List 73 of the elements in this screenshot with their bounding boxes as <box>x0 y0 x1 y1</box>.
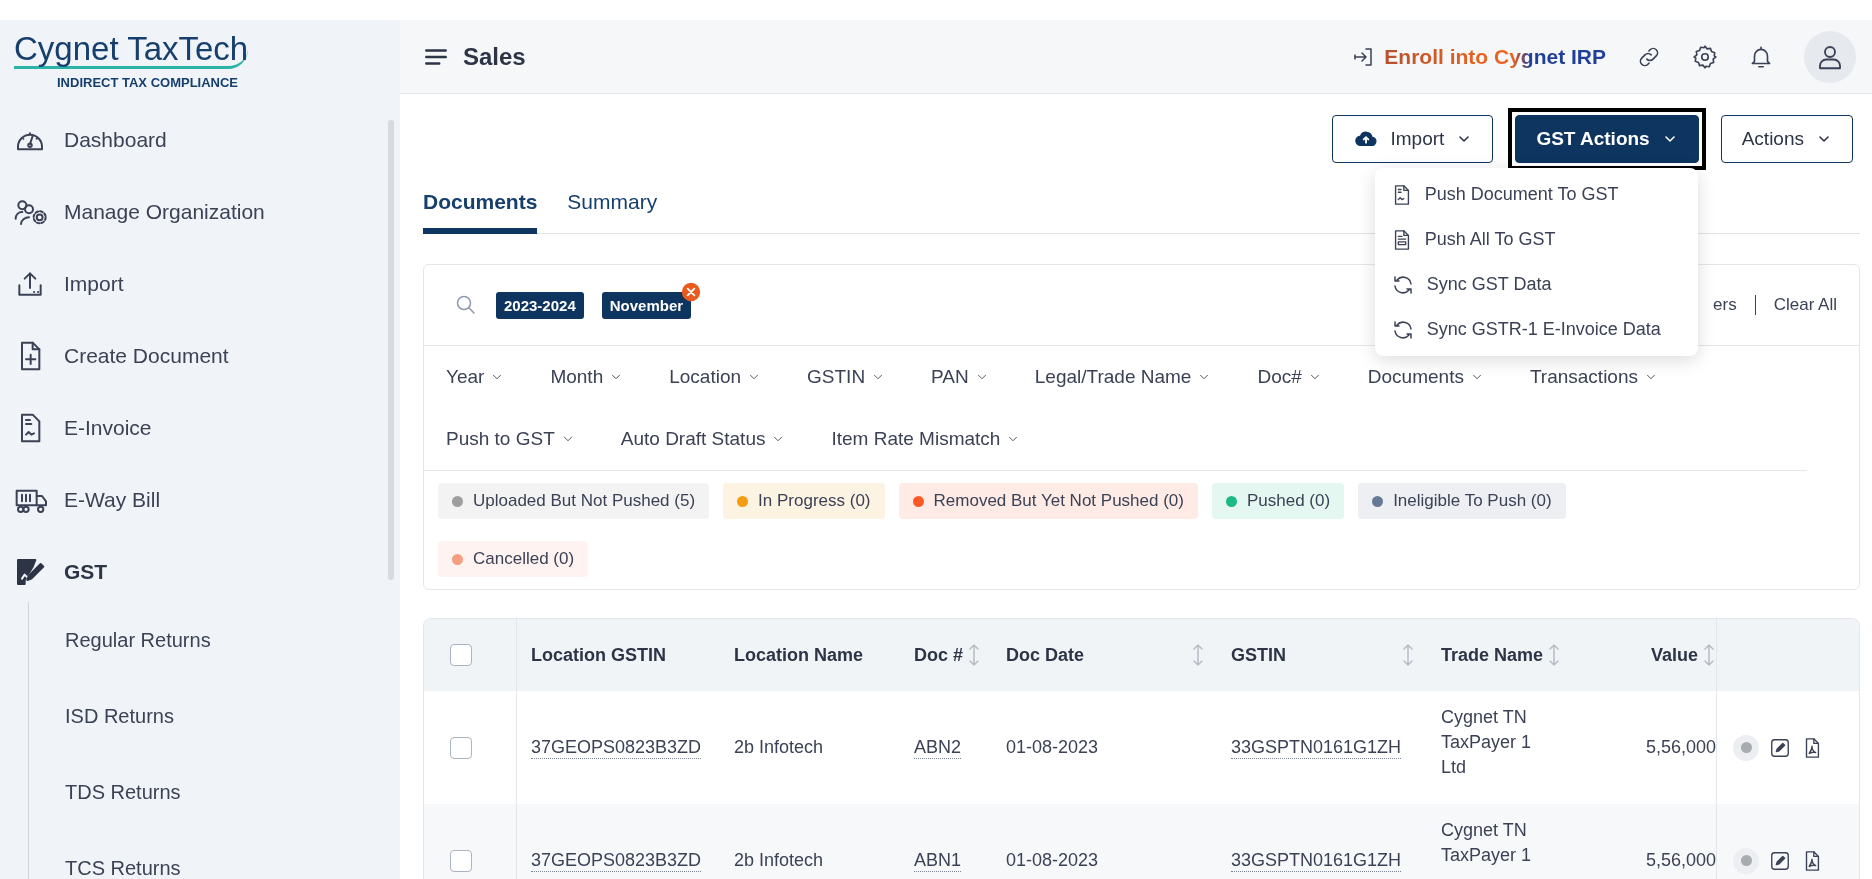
column-header[interactable]: GSTIN <box>1231 643 1441 667</box>
table-cell-text: Cygnet TN TaxPayer 1 Ltd <box>1441 706 1533 780</box>
status-indicator-icon <box>1733 734 1759 761</box>
checkbox[interactable] <box>450 736 472 759</box>
column-header[interactable]: Trade Name <box>1441 643 1591 667</box>
status-filter[interactable]: Ineligible To Push (0) <box>1358 483 1566 519</box>
filter-dropdown[interactable]: Item Rate Mismatch <box>831 408 1021 470</box>
table-cell: 5,56,000 <box>1645 850 1716 871</box>
filter-dropdown[interactable]: GSTIN <box>807 346 886 408</box>
table-cell: 2b Infotech <box>734 737 824 758</box>
menu-item[interactable]: Push All To GST <box>1374 217 1698 262</box>
table-link[interactable]: 37GEOPS0823B3ZD <box>531 849 702 872</box>
checkbox[interactable] <box>450 849 472 872</box>
sidebar-item[interactable]: Create Document <box>0 320 229 392</box>
sidebar-item[interactable]: Import <box>0 248 124 320</box>
table-cell: 2b Infotech <box>734 850 824 871</box>
filter-dropdown[interactable]: Year <box>446 346 505 408</box>
logo-tagline: INDIRECT TAX COMPLIANCE <box>57 75 239 90</box>
column-header[interactable]: Doc Date <box>1006 643 1231 667</box>
clear-all-link[interactable]: Clear All <box>1773 295 1837 315</box>
tab[interactable]: Documents <box>423 182 538 234</box>
dropdown-button[interactable]: Import <box>1331 115 1494 163</box>
checkbox[interactable] <box>450 644 472 666</box>
status-filter[interactable]: Cancelled (0) <box>438 541 589 577</box>
filter-dropdown[interactable]: Doc# <box>1257 346 1322 408</box>
column-header: Location GSTIN <box>531 644 667 666</box>
edit-icon[interactable] <box>1769 849 1791 872</box>
table-link[interactable]: 37GEOPS0823B3ZD <box>531 736 702 759</box>
filter-chip[interactable]: November <box>601 291 692 319</box>
sidebar-item[interactable]: E-Way Bill <box>0 464 161 536</box>
sidebar-subitem[interactable]: TCS Returns <box>29 830 181 879</box>
column-header: Location Name <box>734 644 865 666</box>
table-cell: 5,56,000 <box>1645 737 1716 758</box>
filter-dropdown[interactable]: Legal/Trade Name <box>1034 346 1212 408</box>
table-link[interactable]: ABN2 <box>914 736 962 759</box>
scrollbar[interactable] <box>388 120 394 580</box>
status-filter[interactable]: Uploaded But Not Pushed (5) <box>438 483 710 519</box>
search-icon <box>454 293 478 317</box>
filter-dropdown[interactable]: Push to GST <box>446 408 575 470</box>
table-cell-text: Cygnet TN TaxPayer 1 <box>1441 819 1533 868</box>
table-link[interactable]: 33GSPTN0161G1ZH <box>1231 849 1402 872</box>
tab[interactable]: Summary <box>567 182 658 234</box>
brand-logo[interactable]: Cygnet TaxTech <box>14 32 249 69</box>
menu-item[interactable]: Sync GST Data <box>1374 262 1698 307</box>
filter-chip[interactable]: 2023-2024 <box>496 291 584 319</box>
table-link[interactable]: 33GSPTN0161G1ZH <box>1231 736 1402 759</box>
settings-icon[interactable] <box>1692 43 1718 70</box>
table-cell: 01-08-2023 <box>1006 737 1099 758</box>
sidebar-subitem[interactable]: TDS Returns <box>29 754 181 830</box>
column-header[interactable]: Value <box>1591 643 1716 667</box>
clear-filters-link[interactable]: ers <box>1713 295 1737 315</box>
table-cell: 01-08-2023 <box>1006 850 1099 871</box>
sidebar-item[interactable]: Dashboard <box>0 104 167 176</box>
document-pen-icon <box>14 556 46 588</box>
status-filter[interactable]: In Progress (0) <box>723 483 885 519</box>
filter-dropdown[interactable]: Auto Draft Status <box>620 408 786 470</box>
close-icon[interactable] <box>681 281 702 302</box>
table-link[interactable]: ABN1 <box>914 849 962 872</box>
status-indicator-icon <box>1733 847 1759 874</box>
filter-dropdown[interactable]: Month <box>550 346 624 408</box>
sidebar-item[interactable]: Manage Organization <box>0 176 265 248</box>
sidebar-subitem[interactable]: ISD Returns <box>29 678 174 754</box>
dropdown-button[interactable]: GST Actions <box>1515 115 1699 163</box>
edit-icon[interactable] <box>1769 736 1791 759</box>
sidebar-item[interactable]: E-Invoice <box>0 392 152 464</box>
page-title: Sales <box>463 42 526 71</box>
filter-dropdown[interactable]: PAN <box>931 346 989 408</box>
filter-dropdown[interactable]: Location <box>669 346 762 408</box>
dropdown-button[interactable]: Actions <box>1720 115 1853 163</box>
status-filter[interactable]: Pushed (0) <box>1211 483 1345 519</box>
menu-item[interactable]: Push Document To GST <box>1374 172 1698 217</box>
status-filter[interactable]: Removed But Yet Not Pushed (0) <box>898 483 1198 519</box>
column-header[interactable]: Doc # <box>914 643 1006 667</box>
